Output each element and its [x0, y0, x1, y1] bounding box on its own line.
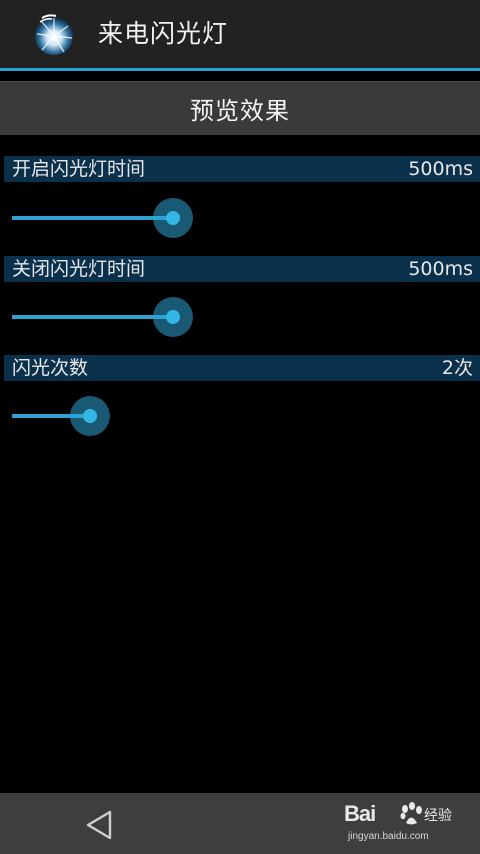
setting-header-on-time: 开启闪光灯时间 500ms — [4, 156, 480, 182]
back-triangle-icon[interactable] — [84, 809, 114, 841]
preview-button[interactable]: 预览效果 — [0, 81, 480, 135]
watermark-brand-suffix: 经验 — [424, 808, 452, 824]
baidu-paw-icon — [400, 802, 422, 825]
setting-value-on-time: 500ms — [408, 158, 473, 180]
flash-app-icon[interactable] — [32, 12, 76, 56]
watermark-url: jingyan.baidu.com — [348, 831, 429, 842]
setting-label-on-time: 开启闪光灯时间 — [12, 158, 146, 180]
preview-button-label: 预览效果 — [190, 97, 290, 125]
setting-value-off-time: 500ms — [408, 258, 473, 280]
watermark-brand: Bai — [344, 801, 376, 826]
setting-value-flash-count: 2次 — [441, 357, 473, 379]
setting-label-off-time: 关闭闪光灯时间 — [12, 258, 146, 280]
slider-on-time[interactable] — [12, 198, 472, 238]
app-screen: 来电闪光灯 预览效果 开启闪光灯时间 500ms 关闭闪光灯时间 500ms 闪… — [0, 0, 480, 854]
slider-thumb[interactable] — [166, 310, 180, 324]
setting-label-flash-count: 闪光次数 — [12, 357, 89, 379]
setting-header-off-time: 关闭闪光灯时间 500ms — [4, 256, 480, 282]
slider-fill — [12, 216, 173, 220]
action-bar-divider — [0, 68, 480, 71]
slider-thumb[interactable] — [83, 409, 97, 423]
slider-off-time[interactable] — [12, 297, 472, 337]
baidu-jingyan-watermark: Bai 经验 jingyan.baidu.com — [344, 799, 454, 851]
setting-header-flash-count: 闪光次数 2次 — [4, 355, 480, 381]
action-bar: 来电闪光灯 — [0, 0, 480, 68]
slider-fill — [12, 315, 173, 319]
slider-flash-count[interactable] — [12, 396, 472, 436]
app-title: 来电闪光灯 — [98, 19, 229, 48]
navigation-bar: Bai 经验 jingyan.baidu.com — [0, 793, 480, 854]
slider-thumb[interactable] — [166, 211, 180, 225]
